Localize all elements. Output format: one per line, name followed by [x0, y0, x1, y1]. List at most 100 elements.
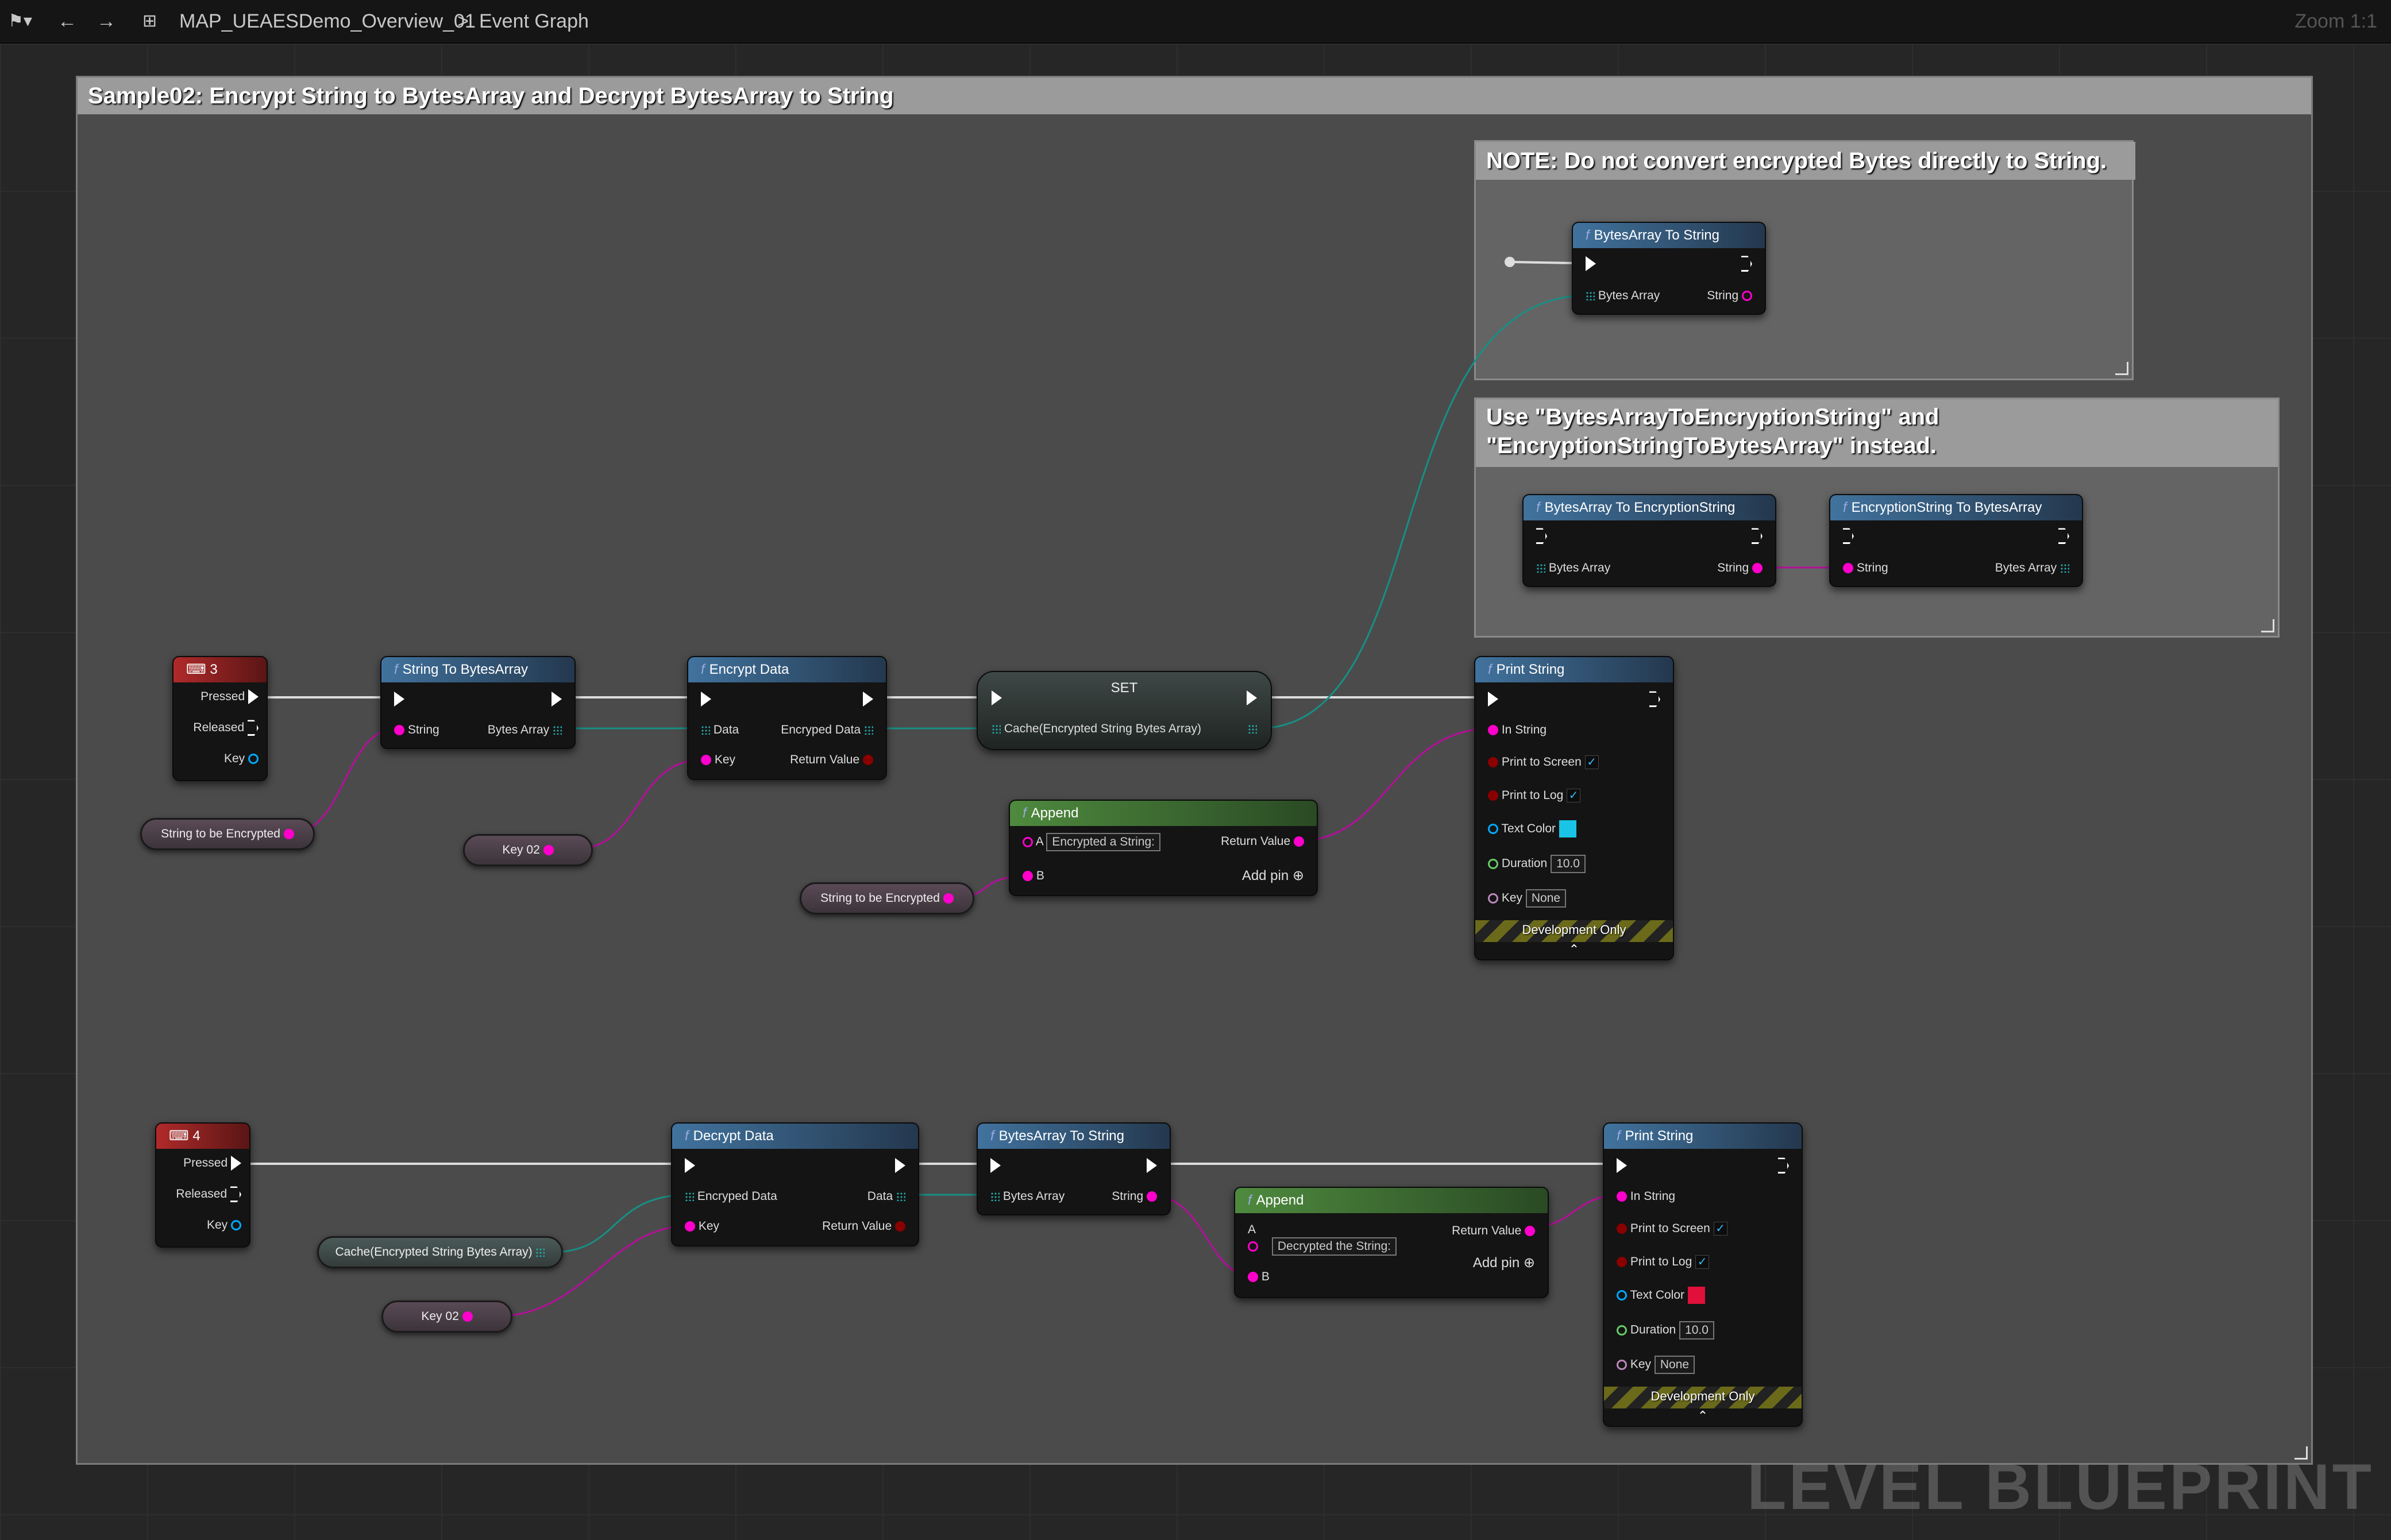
pin-cache-out[interactable]: [1248, 720, 1257, 738]
array-pin-icon[interactable]: [553, 725, 562, 735]
exec-pin-icon[interactable]: [1741, 256, 1752, 272]
print-string-node-1[interactable]: f Print String In String Print to Screen …: [1474, 656, 1674, 960]
string-pin-icon[interactable]: [1843, 563, 1853, 574]
plus-circle-icon[interactable]: ⊕: [1293, 868, 1304, 883]
pin-return[interactable]: Return Value: [1452, 1222, 1535, 1240]
duration-input[interactable]: 10.0: [1551, 855, 1586, 873]
pin-pressed[interactable]: Pressed: [200, 688, 259, 705]
string-pin-icon[interactable]: [685, 1221, 695, 1232]
exec-in-pin[interactable]: [990, 1157, 1001, 1174]
array-pin-icon[interactable]: [896, 1192, 905, 1202]
exec-out-pin[interactable]: [552, 690, 562, 708]
string-pin-icon[interactable]: [1742, 291, 1752, 302]
bool-pin-icon[interactable]: [1617, 1223, 1627, 1234]
string-pin-icon[interactable]: [1248, 1272, 1258, 1283]
exec-pin-icon[interactable]: [248, 689, 259, 705]
exec-pin-icon[interactable]: [992, 690, 1002, 706]
pin-b[interactable]: B: [1023, 867, 1044, 885]
pin-in-string[interactable]: In String: [1488, 721, 1547, 739]
append-a-input[interactable]: Decrypted the String:: [1271, 1237, 1397, 1256]
string-pin-icon[interactable]: [1023, 837, 1033, 847]
exec-pin-icon[interactable]: [1586, 256, 1596, 272]
string-pin-icon[interactable]: [1023, 871, 1033, 882]
pin-bytes-in[interactable]: Bytes Array: [990, 1188, 1065, 1205]
float-pin-icon[interactable]: [1617, 1325, 1627, 1336]
exec-pin-icon[interactable]: [231, 1156, 241, 1171]
exec-out-pin[interactable]: [1649, 690, 1660, 708]
pin-key[interactable]: Key: [224, 750, 259, 767]
print-string-node-2[interactable]: f Print String In String Print to Screen …: [1603, 1122, 1803, 1427]
var-key02-2[interactable]: Key 02: [381, 1300, 512, 1333]
encrypt-data-node[interactable]: f Encrypt Data Data Encryped Data Key Ret…: [687, 656, 887, 780]
exec-pin-icon[interactable]: [1649, 691, 1660, 708]
exec-pin-icon[interactable]: [1488, 692, 1498, 707]
pin-a[interactable]: A: [1248, 1221, 1256, 1238]
array-pin-icon[interactable]: [864, 725, 873, 735]
string-pin-icon[interactable]: [1294, 836, 1304, 847]
pin-print-log[interactable]: Print to Log ✓: [1617, 1253, 1710, 1271]
pin-b[interactable]: B: [1248, 1268, 1270, 1286]
exec-pin-icon[interactable]: [552, 692, 562, 707]
pin-key-in[interactable]: Key: [685, 1218, 719, 1235]
exec-pin-icon[interactable]: [394, 692, 404, 707]
array-pin-icon[interactable]: [990, 1192, 1000, 1202]
decrypt-data-node[interactable]: f Decrypt Data Encryped Data Data Key Ret…: [671, 1122, 919, 1246]
pin-pressed[interactable]: Pressed: [183, 1155, 241, 1172]
string-pin-icon[interactable]: [701, 755, 711, 766]
bool-pin-icon[interactable]: [863, 755, 873, 766]
pin-print-screen[interactable]: Print to Screen ✓: [1617, 1220, 1727, 1237]
exec-pin-icon[interactable]: [1247, 690, 1257, 706]
pin-key-in[interactable]: Key: [701, 751, 735, 769]
pin-duration[interactable]: Duration 10.0: [1617, 1321, 1714, 1340]
encryptionstring-to-bytesarray-node[interactable]: f EncryptionString To BytesArray String B…: [1829, 494, 2083, 587]
exec-pin-icon[interactable]: [1752, 528, 1763, 545]
print-screen-checkbox[interactable]: ✓: [1713, 1222, 1727, 1236]
exec-pin-icon[interactable]: [1778, 1157, 1789, 1174]
array-pin-icon[interactable]: [685, 1192, 694, 1202]
array-pin-icon[interactable]: [1536, 563, 1545, 573]
pin-a[interactable]: A Encrypted a String:: [1023, 833, 1160, 851]
key-input[interactable]: None: [1525, 889, 1567, 908]
string-pin-icon[interactable]: [1488, 725, 1498, 736]
pin-bytes-out[interactable]: Bytes Array: [1995, 559, 2069, 577]
forward-arrow-icon[interactable]: →: [97, 6, 116, 37]
expand-chevron-icon[interactable]: ⌃: [1475, 942, 1673, 957]
pin-bytes-out[interactable]: Bytes Array: [488, 721, 562, 739]
exec-pin-icon[interactable]: [1617, 1158, 1627, 1174]
exec-in-pin[interactable]: [1586, 255, 1596, 272]
resize-handle[interactable]: [2115, 362, 2128, 375]
bool-pin-icon[interactable]: [1617, 1257, 1627, 1268]
pin-return[interactable]: Return Value: [1221, 833, 1304, 850]
pin-a-input[interactable]: Decrypted the String:: [1248, 1237, 1397, 1256]
string-pin-icon[interactable]: [543, 845, 554, 856]
pin-string-out[interactable]: String: [1707, 287, 1752, 304]
string-pin-icon[interactable]: [394, 725, 404, 736]
exec-out-pin[interactable]: [2058, 527, 2069, 545]
breadcrumb-graph[interactable]: Event Graph: [479, 6, 589, 37]
array-pin-icon[interactable]: [992, 724, 1001, 734]
set-variable-node[interactable]: SET Cache(Encrypted String Bytes Array): [977, 671, 1272, 750]
pin-print-screen[interactable]: Print to Screen ✓: [1488, 754, 1599, 771]
append-a-input[interactable]: Encrypted a String:: [1046, 833, 1160, 851]
bool-pin-icon[interactable]: [1488, 757, 1498, 768]
append-node-1[interactable]: f Append A Encrypted a String: Return Val…: [1009, 800, 1318, 896]
pin-cache-in[interactable]: Cache(Encrypted String Bytes Array): [992, 720, 1201, 738]
name-pin-icon[interactable]: [1488, 893, 1498, 904]
struct-pin-icon[interactable]: [248, 754, 259, 765]
bookmark-icon[interactable]: ⚑▾: [8, 6, 32, 37]
string-pin-icon[interactable]: [1617, 1191, 1627, 1202]
color-swatch[interactable]: [1687, 1287, 1705, 1304]
struct-pin-icon[interactable]: [231, 1220, 241, 1231]
exec-pin-icon[interactable]: [863, 692, 873, 707]
exec-pin-icon[interactable]: [701, 692, 711, 707]
bool-pin-icon[interactable]: [1488, 790, 1498, 801]
pin-key[interactable]: Key: [207, 1217, 241, 1234]
string-to-bytesarray-node[interactable]: f String To BytesArray String Bytes Array: [380, 656, 576, 749]
var-key02-1[interactable]: Key 02: [463, 834, 593, 866]
resize-handle[interactable]: [2261, 619, 2274, 632]
pin-in-string[interactable]: In String: [1617, 1188, 1675, 1205]
exec-in-pin[interactable]: [1617, 1157, 1627, 1174]
var-string-to-be-encrypted-1[interactable]: String to be Encrypted: [140, 818, 315, 850]
pin-return-out[interactable]: Return Value: [790, 751, 873, 769]
pin-text-color[interactable]: Text Color: [1488, 820, 1576, 838]
